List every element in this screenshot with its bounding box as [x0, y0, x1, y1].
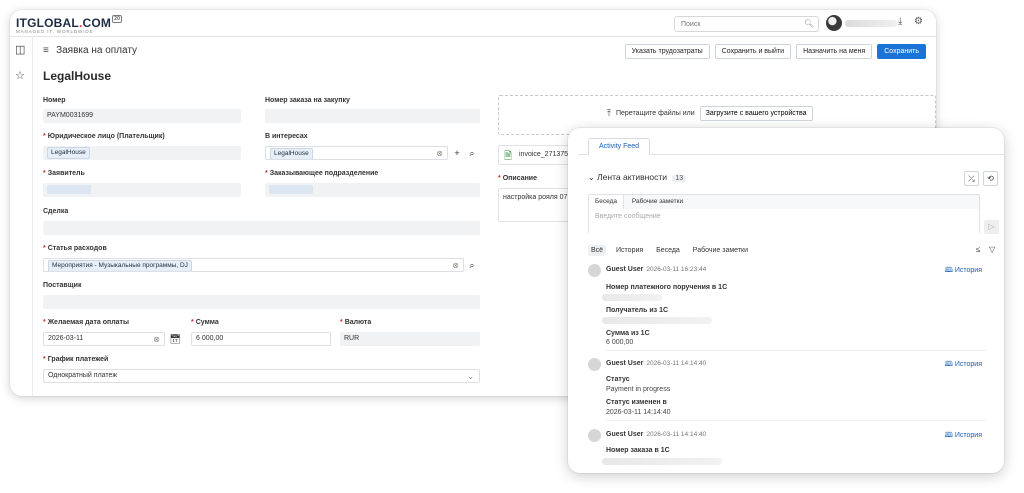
deal-field[interactable] [43, 221, 480, 235]
history-link[interactable]: 🕮︎ История [945, 360, 982, 371]
filter-history[interactable]: История [613, 245, 646, 256]
ordering-unit-redacted [269, 185, 313, 194]
log-time-button[interactable]: Указать трудозатраты [624, 44, 710, 59]
download-icon[interactable]: ⤓ [898, 16, 902, 27]
record-title: LegalHouse [43, 69, 112, 83]
ordering-unit-label: * Заказывающее подразделение [265, 170, 379, 177]
translate-icon[interactable]: ⤰ [964, 171, 979, 186]
schedule-select[interactable]: Однократный платеж ⌄ [43, 369, 480, 383]
message-composer: Беседа Рабочие заметки Введите сообщение [588, 194, 980, 234]
tab-activity-feed[interactable]: Activity Feed [588, 138, 651, 155]
desired-date-label: * Желаемая дата оплаты [43, 319, 129, 326]
search-input[interactable] [675, 17, 795, 31]
assign-to-me-button[interactable]: Назначить на меня [796, 44, 873, 59]
redacted-value [602, 294, 662, 301]
po-number-label: Номер заказа на закупку [265, 97, 350, 104]
send-icon[interactable]: ▷ [984, 220, 999, 234]
activity-feed-window: Activity Feed ⌄ Лента активности 13 ⤰ ⟲ … [568, 128, 1004, 473]
left-sidebar: ◫ ☆ [10, 37, 33, 396]
history-icon[interactable]: ⟲ [983, 171, 998, 186]
amount-field[interactable]: 6 000,00 [191, 332, 331, 346]
feed-count-badge: 13 [672, 175, 687, 182]
book-icon: 🕮︎ [944, 432, 953, 439]
upload-from-device-button[interactable]: Загрузите с вашего устройства [699, 106, 813, 121]
user-name-redacted[interactable] [845, 20, 897, 27]
search-icon: 🔍︎ [803, 19, 814, 28]
sort-icon[interactable]: ≤ [976, 245, 980, 254]
supplier-label: Поставщик [43, 282, 82, 289]
clear-icon[interactable]: ⊗ [153, 333, 160, 345]
user-avatar [588, 358, 601, 371]
po-number-field[interactable] [265, 109, 480, 123]
page-header: ≡ Заявка на оплату [43, 45, 137, 61]
book-icon: 🕮︎ [944, 267, 953, 274]
expense-item-field[interactable]: Мероприятия - Музыкальные программы, DJ … [43, 258, 464, 272]
deal-label: Сделка [43, 208, 69, 215]
save-button[interactable]: Сохранить [877, 44, 926, 59]
number-label: Номер [43, 97, 66, 104]
company-logo[interactable]: ITGLOBAL.COM 20 MANAGED IT. WORLDWIDE [16, 15, 123, 34]
legal-entity-chip[interactable]: LegalHouse [47, 147, 90, 159]
gear-icon[interactable]: ⚙ [914, 16, 923, 27]
feed-header[interactable]: ⌄ Лента активности 13 [588, 172, 687, 182]
expense-item-label: * Статья расходов [43, 245, 107, 252]
user-avatar[interactable] [826, 15, 842, 31]
filter-work-notes[interactable]: Рабочие заметки [690, 245, 751, 256]
number-field[interactable]: PAYM0031699 [43, 109, 241, 123]
ordering-unit-field[interactable] [265, 183, 480, 197]
entry-divider [606, 420, 986, 421]
currency-label: * Валюта [340, 319, 372, 326]
user-avatar [588, 429, 601, 442]
add-icon[interactable]: + [450, 146, 464, 160]
history-link[interactable]: 🕮︎ История [945, 266, 982, 277]
description-label: * Описание [498, 175, 538, 182]
entry-divider [606, 350, 986, 351]
user-avatar [588, 264, 601, 277]
book-icon: 🕮︎ [944, 361, 953, 368]
feed-filters: Всё История Беседа Рабочие заметки [588, 245, 756, 256]
filter-icon[interactable]: ▽ [989, 245, 995, 254]
global-search[interactable]: 🔍︎ [674, 16, 819, 32]
amount-label: * Сумма [191, 319, 219, 326]
save-and-exit-button[interactable]: Сохранить и выйти [714, 44, 792, 59]
file-icon: 🗎 [504, 151, 513, 162]
filter-conversation[interactable]: Беседа [653, 245, 683, 256]
panel-toggle-icon[interactable]: ◫ [15, 43, 25, 56]
redacted-value [602, 458, 722, 465]
requester-label: * Заявитель [43, 170, 85, 177]
composer-tab-work-notes[interactable]: Рабочие заметки [626, 195, 689, 209]
menu-icon[interactable]: ≡ [43, 45, 49, 56]
clear-icon[interactable]: ⊗ [436, 147, 443, 159]
upload-icon: ⤒ [607, 108, 611, 118]
requester-field[interactable] [43, 183, 241, 197]
star-icon[interactable]: ☆ [15, 69, 25, 82]
clear-icon[interactable]: ⊗ [452, 259, 459, 271]
filter-all[interactable]: Всё [588, 245, 607, 256]
calendar-icon[interactable]: 📅︎ [168, 332, 182, 346]
feed-tab-bar: Activity Feed [578, 138, 1004, 155]
currency-field[interactable]: RUR [340, 332, 480, 346]
schedule-label: * График платежей [43, 356, 109, 363]
expense-item-chip[interactable]: Мероприятия - Музыкальные программы, DJ [48, 260, 192, 271]
top-bar: ITGLOBAL.COM20 MANAGED IT. WORLDWIDE 🔍︎ … [10, 10, 936, 37]
requester-redacted [47, 185, 91, 194]
legal-entity-label: * Юридическое лицо (Плательщик) [43, 133, 165, 140]
message-input[interactable]: Введите сообщение [589, 209, 979, 234]
lookup-search-icon[interactable]: ⌕ [465, 258, 479, 272]
page-title: Заявка на оплату [56, 45, 138, 56]
chevron-down-icon: ⌄ [588, 173, 595, 182]
on-behalf-chip[interactable]: LegalHouse [270, 148, 313, 159]
on-behalf-field[interactable]: LegalHouse ⊗ [265, 146, 448, 160]
legal-entity-field[interactable]: LegalHouse [43, 146, 241, 160]
chevron-down-icon: ⌄ [467, 372, 474, 381]
redacted-value [602, 317, 712, 324]
composer-tab-conversation[interactable]: Беседа [589, 195, 625, 209]
supplier-field[interactable] [43, 295, 480, 309]
toolbar: Указать трудозатраты Сохранить и выйти Н… [624, 44, 926, 59]
history-link[interactable]: 🕮︎ История [945, 431, 982, 442]
desired-date-field[interactable]: 2026-03-11 ⊗ [43, 332, 165, 346]
lookup-search-icon[interactable]: ⌕ [465, 146, 479, 160]
on-behalf-label: В интересах [265, 133, 308, 140]
